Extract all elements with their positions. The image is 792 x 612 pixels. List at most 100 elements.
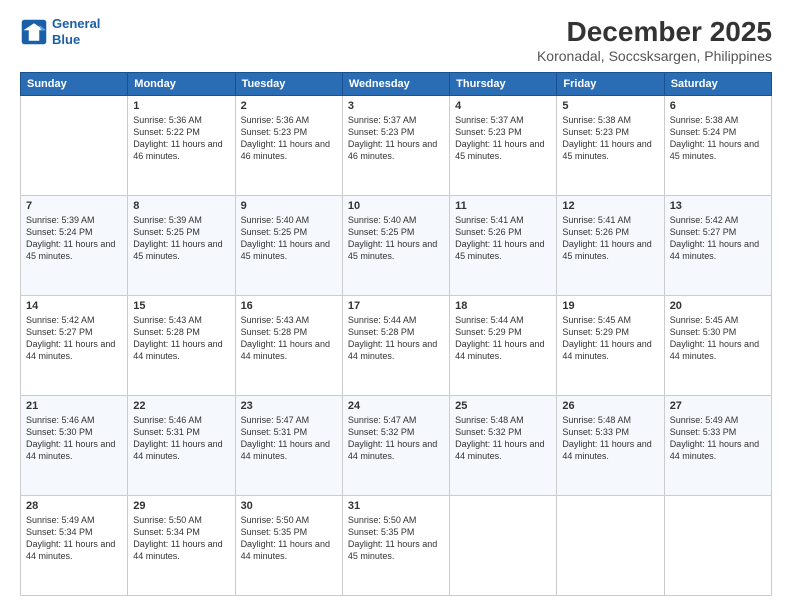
calendar-cell: 31 Sunrise: 5:50 AMSunset: 5:35 PMDayligh… [342,496,449,596]
day-info: Sunrise: 5:39 AMSunset: 5:24 PMDaylight:… [26,214,122,263]
calendar-cell: 23 Sunrise: 5:47 AMSunset: 5:31 PMDayligh… [235,396,342,496]
calendar-cell: 27 Sunrise: 5:49 AMSunset: 5:33 PMDayligh… [664,396,771,496]
day-number: 22 [133,400,229,412]
subtitle: Koronadal, Soccsksargen, Philippines [537,48,772,64]
day-info: Sunrise: 5:46 AMSunset: 5:31 PMDaylight:… [133,414,229,463]
day-info: Sunrise: 5:44 AMSunset: 5:29 PMDaylight:… [455,314,551,363]
day-info: Sunrise: 5:43 AMSunset: 5:28 PMDaylight:… [241,314,337,363]
day-number: 8 [133,200,229,212]
day-number: 4 [455,100,551,112]
day-number: 20 [670,300,766,312]
day-info: Sunrise: 5:44 AMSunset: 5:28 PMDaylight:… [348,314,444,363]
day-info: Sunrise: 5:49 AMSunset: 5:34 PMDaylight:… [26,514,122,563]
calendar-cell: 15 Sunrise: 5:43 AMSunset: 5:28 PMDayligh… [128,296,235,396]
day-info: Sunrise: 5:39 AMSunset: 5:25 PMDaylight:… [133,214,229,263]
logo-icon [20,18,48,46]
calendar-week-row: 28 Sunrise: 5:49 AMSunset: 5:34 PMDayligh… [21,496,772,596]
day-number: 3 [348,100,444,112]
day-number: 27 [670,400,766,412]
calendar-week-row: 7 Sunrise: 5:39 AMSunset: 5:24 PMDaylight… [21,196,772,296]
day-info: Sunrise: 5:38 AMSunset: 5:24 PMDaylight:… [670,114,766,163]
day-info: Sunrise: 5:37 AMSunset: 5:23 PMDaylight:… [455,114,551,163]
day-number: 7 [26,200,122,212]
calendar-week-row: 14Sunrise: 5:42 AMSunset: 5:27 PMDayligh… [21,296,772,396]
day-info: Sunrise: 5:48 AMSunset: 5:32 PMDaylight:… [455,414,551,463]
day-info: Sunrise: 5:43 AMSunset: 5:28 PMDaylight:… [133,314,229,363]
day-info: Sunrise: 5:50 AMSunset: 5:35 PMDaylight:… [348,514,444,563]
day-number: 18 [455,300,551,312]
day-header-thursday: Thursday [450,73,557,96]
main-title: December 2025 [537,16,772,48]
day-info: Sunrise: 5:36 AMSunset: 5:22 PMDaylight:… [133,114,229,163]
header: General Blue December 2025 Koronadal, So… [20,16,772,64]
day-info: Sunrise: 5:40 AMSunset: 5:25 PMDaylight:… [348,214,444,263]
calendar-cell [557,496,664,596]
title-block: December 2025 Koronadal, Soccsksargen, P… [537,16,772,64]
day-number: 31 [348,500,444,512]
calendar-cell: 30 Sunrise: 5:50 AMSunset: 5:35 PMDayligh… [235,496,342,596]
day-number: 15 [133,300,229,312]
calendar-cell: 24Sunrise: 5:47 AMSunset: 5:32 PMDayligh… [342,396,449,496]
day-number: 30 [241,500,337,512]
day-info: Sunrise: 5:49 AMSunset: 5:33 PMDaylight:… [670,414,766,463]
calendar-cell [664,496,771,596]
logo-line1: General [52,16,100,31]
calendar-cell [450,496,557,596]
day-info: Sunrise: 5:48 AMSunset: 5:33 PMDaylight:… [562,414,658,463]
calendar-cell: 2Sunrise: 5:36 AMSunset: 5:23 PMDaylight… [235,96,342,196]
day-info: Sunrise: 5:37 AMSunset: 5:23 PMDaylight:… [348,114,444,163]
calendar-cell: 12 Sunrise: 5:41 AMSunset: 5:26 PMDayligh… [557,196,664,296]
day-header-friday: Friday [557,73,664,96]
day-header-wednesday: Wednesday [342,73,449,96]
calendar-week-row: 21 Sunrise: 5:46 AMSunset: 5:30 PMDayligh… [21,396,772,496]
calendar-cell: 16 Sunrise: 5:43 AMSunset: 5:28 PMDayligh… [235,296,342,396]
day-number: 23 [241,400,337,412]
page: General Blue December 2025 Koronadal, So… [0,0,792,612]
calendar-cell: 10Sunrise: 5:40 AMSunset: 5:25 PMDayligh… [342,196,449,296]
calendar-header-row: SundayMondayTuesdayWednesdayThursdayFrid… [21,73,772,96]
logo-text: General Blue [52,16,100,47]
calendar-cell: 21 Sunrise: 5:46 AMSunset: 5:30 PMDayligh… [21,396,128,496]
calendar-cell: 8 Sunrise: 5:39 AMSunset: 5:25 PMDaylight… [128,196,235,296]
day-number: 28 [26,500,122,512]
day-number: 13 [670,200,766,212]
day-info: Sunrise: 5:41 AMSunset: 5:26 PMDaylight:… [562,214,658,263]
day-info: Sunrise: 5:38 AMSunset: 5:23 PMDaylight:… [562,114,658,163]
day-number: 9 [241,200,337,212]
day-info: Sunrise: 5:46 AMSunset: 5:30 PMDaylight:… [26,414,122,463]
calendar-cell: 29Sunrise: 5:50 AMSunset: 5:34 PMDayligh… [128,496,235,596]
calendar-cell: 1 Sunrise: 5:36 AMSunset: 5:22 PMDaylight… [128,96,235,196]
calendar-cell: 9Sunrise: 5:40 AMSunset: 5:25 PMDaylight… [235,196,342,296]
day-number: 1 [133,100,229,112]
calendar-cell: 6 Sunrise: 5:38 AMSunset: 5:24 PMDaylight… [664,96,771,196]
day-info: Sunrise: 5:41 AMSunset: 5:26 PMDaylight:… [455,214,551,263]
calendar-cell: 14Sunrise: 5:42 AMSunset: 5:27 PMDayligh… [21,296,128,396]
calendar-cell [21,96,128,196]
calendar-cell: 11Sunrise: 5:41 AMSunset: 5:26 PMDayligh… [450,196,557,296]
day-header-monday: Monday [128,73,235,96]
calendar-cell: 22 Sunrise: 5:46 AMSunset: 5:31 PMDayligh… [128,396,235,496]
calendar-cell: 7 Sunrise: 5:39 AMSunset: 5:24 PMDaylight… [21,196,128,296]
day-number: 25 [455,400,551,412]
day-info: Sunrise: 5:47 AMSunset: 5:32 PMDaylight:… [348,414,444,463]
day-number: 16 [241,300,337,312]
day-number: 12 [562,200,658,212]
day-header-tuesday: Tuesday [235,73,342,96]
day-number: 6 [670,100,766,112]
day-info: Sunrise: 5:50 AMSunset: 5:35 PMDaylight:… [241,514,337,563]
day-number: 17 [348,300,444,312]
day-info: Sunrise: 5:50 AMSunset: 5:34 PMDaylight:… [133,514,229,563]
calendar-cell: 5Sunrise: 5:38 AMSunset: 5:23 PMDaylight… [557,96,664,196]
day-number: 26 [562,400,658,412]
calendar-cell: 13Sunrise: 5:42 AMSunset: 5:27 PMDayligh… [664,196,771,296]
day-number: 21 [26,400,122,412]
day-info: Sunrise: 5:47 AMSunset: 5:31 PMDaylight:… [241,414,337,463]
calendar-table: SundayMondayTuesdayWednesdayThursdayFrid… [20,72,772,596]
day-number: 14 [26,300,122,312]
calendar-cell: 18 Sunrise: 5:44 AMSunset: 5:29 PMDayligh… [450,296,557,396]
calendar-cell: 17 Sunrise: 5:44 AMSunset: 5:28 PMDayligh… [342,296,449,396]
calendar-cell: 3 Sunrise: 5:37 AMSunset: 5:23 PMDaylight… [342,96,449,196]
day-header-sunday: Sunday [21,73,128,96]
calendar-cell: 25 Sunrise: 5:48 AMSunset: 5:32 PMDayligh… [450,396,557,496]
day-number: 2 [241,100,337,112]
